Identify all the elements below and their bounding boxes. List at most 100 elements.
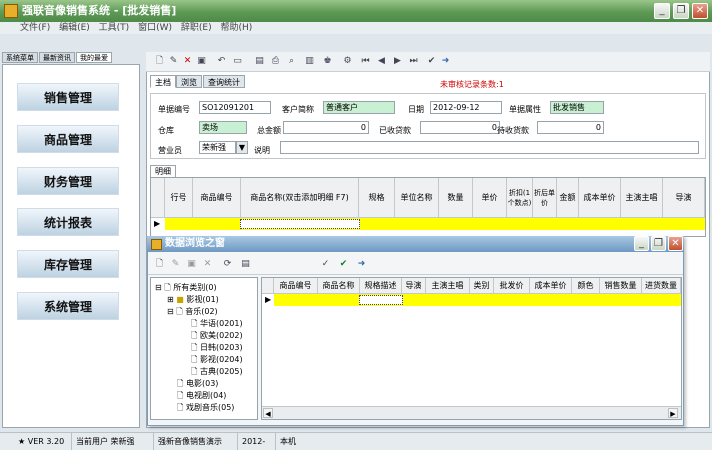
print-icon[interactable]: ⎙	[270, 56, 281, 67]
exit-icon[interactable]: ➜	[356, 259, 367, 270]
date-field[interactable]: 2012-09-12	[430, 101, 502, 114]
col-unit[interactable]: 单位名称	[395, 178, 439, 218]
nav-system[interactable]: 系统管理	[17, 292, 119, 320]
col-sales-qty[interactable]: 销售数量	[600, 278, 642, 294]
save-icon[interactable]: ▣	[196, 56, 207, 67]
col-product-code[interactable]: 商品编号	[274, 278, 318, 294]
col-qty[interactable]: 数量	[439, 178, 473, 218]
tab-news[interactable]: 最新资讯	[39, 52, 75, 63]
preview-icon[interactable]: ▤	[240, 259, 251, 270]
first-icon[interactable]: ⏮	[360, 56, 371, 67]
col-director[interactable]: 导演	[402, 278, 426, 294]
tree-node[interactable]: 🗋 欧美(0202)	[191, 330, 243, 342]
pending-field[interactable]: 0	[537, 121, 604, 134]
tab-detail[interactable]: 明细	[150, 165, 176, 177]
delete-icon[interactable]: ✕	[182, 56, 193, 67]
col-discount[interactable]: 折扣(1个数点)	[507, 178, 533, 218]
product-name-cell[interactable]	[240, 219, 360, 229]
horizontal-scrollbar[interactable]: ◀ ▶	[262, 406, 681, 419]
new-icon[interactable]: 🗋	[154, 259, 165, 270]
salesperson-field[interactable]: 荣新强	[199, 141, 236, 154]
col-product-code[interactable]: 商品编号	[193, 178, 241, 218]
received-field[interactable]: 0	[420, 121, 500, 134]
restore-icon[interactable]: ❐	[673, 3, 689, 19]
tree-node[interactable]: ⊞ ■ 影视(01)	[167, 294, 219, 306]
check-icon[interactable]: ✔	[426, 56, 437, 67]
col-net-price[interactable]: 折后单价	[533, 178, 557, 218]
col-cost[interactable]: 成本单价	[579, 178, 621, 218]
col-line-no[interactable]: 行号	[165, 178, 193, 218]
delete-icon[interactable]: ✕	[202, 259, 213, 270]
tree-node[interactable]: 🗋 古典(0205)	[191, 366, 243, 378]
exit-icon[interactable]: ➜	[440, 56, 451, 67]
copy-icon[interactable]: ▭	[232, 56, 243, 67]
tab-browse[interactable]: 浏览	[176, 75, 202, 88]
menu-logout[interactable]: 辞职(E)	[181, 23, 212, 33]
col-price[interactable]: 单价	[473, 178, 507, 218]
tree-node[interactable]: 🗋 影视(0204)	[191, 354, 243, 366]
tree-node[interactable]: 🗋 日韩(0203)	[191, 342, 243, 354]
popup-restore-icon[interactable]: ❐	[651, 236, 666, 251]
tab-query[interactable]: 查询统计	[203, 75, 245, 88]
nav-reports[interactable]: 统计报表	[17, 208, 119, 236]
filter-icon[interactable]: ▥	[304, 56, 315, 67]
search-icon[interactable]: ⌕	[286, 56, 297, 67]
select-all-icon[interactable]: ✓	[320, 259, 331, 270]
doc-no-field[interactable]: SO12091201	[199, 101, 271, 114]
tab-system-menu[interactable]: 系统菜单	[2, 52, 38, 63]
col-performer[interactable]: 主演主唱	[621, 178, 663, 218]
col-product-name[interactable]: 商品名称(双击添加明细 F7)	[241, 178, 359, 218]
col-performer[interactable]: 主演主唱	[426, 278, 470, 294]
prev-icon[interactable]: ◀	[376, 56, 387, 67]
tree-node[interactable]: 🗋 电影(03)	[177, 378, 218, 390]
col-cost-price[interactable]: 成本单价	[530, 278, 572, 294]
preview-icon[interactable]: ▤	[254, 56, 265, 67]
col-purchase-qty[interactable]: 进货数量	[642, 278, 681, 294]
tab-main[interactable]: 主档	[150, 75, 176, 88]
warehouse-field[interactable]: 卖场	[199, 121, 247, 134]
menu-window[interactable]: 窗口(W)	[138, 23, 172, 33]
col-amount[interactable]: 金额	[557, 178, 579, 218]
popup-close-icon[interactable]: ✕	[668, 236, 683, 251]
col-product-name[interactable]: 商品名称	[318, 278, 360, 294]
col-spec-desc[interactable]: 规格描述	[360, 278, 402, 294]
col-category[interactable]: 类别	[470, 278, 494, 294]
popup-minimize-icon[interactable]: _	[634, 236, 649, 251]
tree-node[interactable]: ⊟ 🗋 所有类别(0)	[155, 282, 217, 294]
menu-tools[interactable]: 工具(T)	[99, 23, 130, 33]
tree-node[interactable]: 🗋 戏剧音乐(05)	[177, 402, 234, 414]
undo-icon[interactable]: ↶	[216, 56, 227, 67]
scroll-left-icon[interactable]: ◀	[263, 408, 273, 418]
edit-icon[interactable]: ✎	[168, 56, 179, 67]
new-icon[interactable]: 🗋	[154, 56, 165, 67]
settings-icon[interactable]: ⚙	[342, 56, 353, 67]
minimize-icon[interactable]: _	[654, 3, 670, 19]
approve-icon[interactable]: ♚	[322, 56, 333, 67]
attr-field[interactable]: 批发销售	[550, 101, 604, 114]
nav-sales[interactable]: 销售管理	[17, 83, 119, 111]
nav-inventory[interactable]: 库存管理	[17, 250, 119, 278]
col-color[interactable]: 颜色	[572, 278, 600, 294]
col-director[interactable]: 导演	[663, 178, 705, 218]
table-row[interactable]	[274, 294, 681, 306]
col-spec[interactable]: 规格	[359, 178, 395, 218]
selected-cell[interactable]	[359, 295, 403, 305]
tree-node[interactable]: 🗋 华语(0201)	[191, 318, 243, 330]
nav-products[interactable]: 商品管理	[17, 125, 119, 153]
last-icon[interactable]: ⏭	[408, 56, 419, 67]
tab-favorites[interactable]: 我的最爱	[76, 52, 112, 63]
next-icon[interactable]: ▶	[392, 56, 403, 67]
menu-edit[interactable]: 编辑(E)	[59, 23, 90, 33]
close-icon[interactable]: ✕	[692, 3, 708, 19]
refresh-icon[interactable]: ⟳	[222, 259, 233, 270]
confirm-icon[interactable]: ✔	[338, 259, 349, 270]
save-icon[interactable]: ▣	[186, 259, 197, 270]
menu-help[interactable]: 帮助(H)	[220, 23, 252, 33]
note-field[interactable]	[280, 141, 699, 154]
tree-node[interactable]: ⊟ 🗋 音乐(02)	[167, 306, 218, 318]
nav-finance[interactable]: 财务管理	[17, 167, 119, 195]
chevron-down-icon[interactable]: ▼	[236, 141, 248, 154]
total-field[interactable]: 0	[283, 121, 369, 134]
edit-icon[interactable]: ✎	[170, 259, 181, 270]
tree-node[interactable]: 🗋 电视剧(04)	[177, 390, 226, 402]
